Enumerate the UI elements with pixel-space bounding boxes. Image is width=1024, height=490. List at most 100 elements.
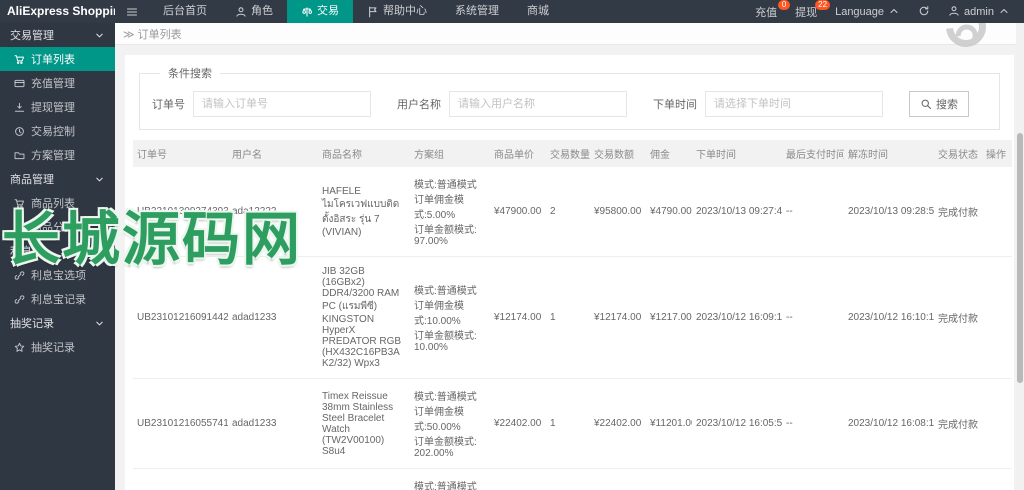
username-field: 用户名称 — [397, 91, 627, 117]
clock-icon — [15, 126, 24, 136]
sidebar-item-label: 交易控制 — [31, 126, 75, 138]
order-time-input[interactable] — [705, 91, 883, 117]
hamburger-icon[interactable] — [115, 0, 149, 23]
refresh-button[interactable] — [918, 5, 930, 18]
language-label: Language — [835, 5, 885, 18]
cell-qty: 1 — [546, 256, 590, 379]
withdraw-badge: 22 — [815, 0, 831, 10]
sidebar-item[interactable]: 商品列表 — [0, 191, 115, 215]
sidebar-item[interactable]: 方案管理 — [0, 143, 115, 167]
order-no-field: 订单号 — [152, 91, 371, 117]
column-header: 操作 — [982, 140, 1012, 167]
order-no-input[interactable] — [193, 91, 371, 117]
chevron-up-icon — [888, 5, 900, 18]
sidebar-item[interactable]: 提现管理 — [0, 95, 115, 119]
column-header: 下单时间 — [692, 140, 782, 167]
sidebar-item-label: 充值管理 — [31, 78, 75, 90]
cell-qty: 1 — [546, 378, 590, 469]
search-button[interactable]: 搜索 — [909, 91, 969, 117]
cell-order-no: UB2310121609144257 — [133, 256, 228, 379]
chevron-down-icon — [96, 249, 103, 253]
nav-item[interactable]: 帮助中心 — [353, 0, 441, 23]
link-icon — [14, 222, 25, 232]
cell-unit-price: ¥47900.00 — [490, 167, 546, 257]
sidebar-item[interactable]: 商品分类 — [0, 215, 115, 239]
cell-order-time: 2023/10/12 16:05:44 — [692, 468, 782, 490]
search-icon — [920, 98, 932, 111]
sidebar-group[interactable]: 商品管理 — [0, 167, 115, 191]
cell-username: ada12222 — [228, 167, 318, 257]
table-row: UB2310130927439303ada12222HAFELE ไมโครเว… — [133, 167, 1012, 257]
cell-action — [982, 167, 1012, 257]
chevron-down-icon — [96, 321, 103, 325]
sidebar-item[interactable]: 利息宝选项 — [0, 263, 115, 287]
cell-unfreeze-time: 2023/10/12 16:08:13 — [844, 378, 934, 469]
order-time-field: 下单时间 — [653, 91, 883, 117]
sidebar-item[interactable]: 抽奖记录 — [0, 335, 115, 359]
column-header: 商品单价 — [490, 140, 546, 167]
sidebar-item-label: 利息宝选项 — [31, 270, 86, 282]
withdraw-label: 提现 — [795, 6, 818, 19]
cart-icon — [14, 198, 24, 208]
search-panel: 条件搜索 订单号 用户名称 下单时间 — [139, 65, 1000, 130]
column-header: 交易状态 — [934, 140, 982, 167]
cell-plan: 模式:普通模式 订单佣金模式:10.00% 订单金额模式: 10.00% — [410, 256, 490, 379]
nav-item[interactable]: 角色 — [221, 0, 287, 23]
nav-item[interactable]: 系统管理 — [441, 0, 513, 23]
recharge-link[interactable]: 充值 0 — [755, 0, 791, 20]
sidebar-item[interactable]: 交易控制 — [0, 119, 115, 143]
search-button-label: 搜索 — [936, 99, 958, 111]
cell-product: HAFELE ไมโครเวฟแบบติดตั้งอิสระ รุ่น 7 (V… — [318, 167, 410, 257]
column-header: 商品名称 — [318, 140, 410, 167]
cell-username: adad1233 — [228, 468, 318, 490]
cell-last-pay-time: -- — [782, 256, 844, 379]
column-header: 交易数额 — [590, 140, 646, 167]
nav-item[interactable]: 商城 — [513, 0, 563, 23]
sidebar-group[interactable]: 交易管理 — [0, 23, 115, 47]
page-scrollbar[interactable] — [1016, 23, 1024, 490]
withdraw-link[interactable]: 提现 22 — [795, 0, 831, 20]
chevron-down-icon — [96, 33, 103, 37]
nav-item[interactable]: 交易 — [287, 0, 353, 23]
sidebar-item[interactable]: 利息宝记录 — [0, 287, 115, 311]
orders-table: 订单号 用户名 商品名称 方案组 商品单价 交易数量 交易数额 佣金 下单时间 最后支付时间 解冻时… — [133, 140, 1012, 490]
cell-plan: 模式:普通模式 订单佣金模式:50.00% 订单金额模式: 202.00% — [410, 378, 490, 469]
table-row: UB2310121609144257adad1233JIB 32GB (16GB… — [133, 256, 1012, 379]
cell-plan: 模式:普通模式 订单佣金模式:5.00% 订单金额模式: 97.00% — [410, 167, 490, 257]
column-header: 方案组 — [410, 140, 490, 167]
nav-item-label: 后台首页 — [163, 5, 207, 17]
sidebar: 交易管理订单列表充值管理提现管理交易控制方案管理商品管理商品列表商品分类利息宝利… — [0, 23, 115, 490]
cell-product: JIB 32GB (16GBx2) DDR4/3200 RAM PC (แรมพ… — [318, 256, 410, 379]
chevron-down-icon — [96, 177, 103, 181]
cell-order-time: 2023/10/12 16:09:14 — [692, 256, 782, 379]
sidebar-group[interactable]: 利息宝 — [0, 239, 115, 263]
username-field-label: 用户名称 — [397, 99, 441, 111]
cell-amount: ¥95800.00 — [590, 167, 646, 257]
cell-unfreeze-time: 2023/10/13 09:28:53 — [844, 167, 934, 257]
cell-qty: 2 — [546, 468, 590, 490]
star-icon — [14, 342, 25, 352]
user-menu[interactable]: admin — [948, 5, 1010, 18]
column-header: 订单号 — [133, 140, 228, 167]
sidebar-group-label: 交易管理 — [10, 30, 54, 42]
recharge-label: 充值 — [755, 6, 778, 19]
sidebar-group-label: 商品管理 — [10, 174, 54, 186]
cell-status: 完成付款 — [934, 468, 982, 490]
nav-item[interactable]: 后台首页 — [149, 0, 221, 23]
cell-username: adad1233 — [228, 256, 318, 379]
sidebar-item[interactable]: 充值管理 — [0, 71, 115, 95]
order-list-card: 条件搜索 订单号 用户名称 下单时间 — [125, 55, 1014, 490]
language-menu[interactable]: Language — [835, 5, 900, 18]
username-input[interactable] — [449, 91, 627, 117]
chevron-up-icon — [890, 8, 898, 14]
flag-icon — [369, 6, 377, 17]
nav-item-label: 系统管理 — [455, 5, 499, 17]
table-header-row: 订单号 用户名 商品名称 方案组 商品单价 交易数量 交易数额 佣金 下单时间 最后支付时间 解冻时… — [133, 140, 1012, 167]
main-content: ≫ 订单列表 条件搜索 订单号 用户名称 下单时间 — [115, 23, 1024, 490]
sidebar-item-label: 商品分类 — [31, 222, 75, 234]
scrollbar-thumb[interactable] — [1017, 133, 1023, 383]
sidebar-item[interactable]: 订单列表 — [0, 47, 115, 71]
folder-icon — [14, 151, 25, 159]
sidebar-group[interactable]: 抽奖记录 — [0, 311, 115, 335]
